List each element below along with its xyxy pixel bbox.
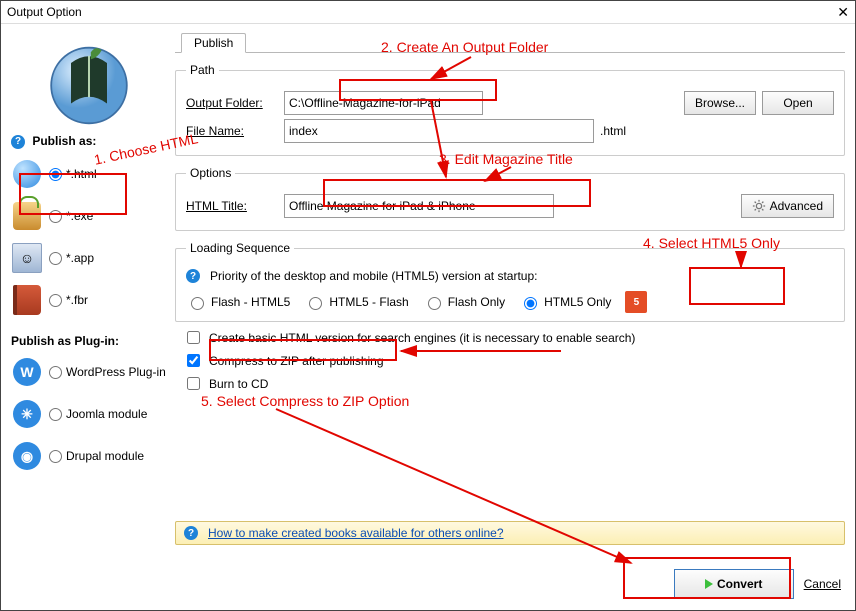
format-row-fbr[interactable]: *.fbr	[11, 280, 167, 320]
help-link-bar: ? How to make created books available fo…	[175, 521, 845, 545]
seq-radio-1[interactable]	[309, 297, 322, 310]
format-label-fbr: *.fbr	[66, 293, 88, 307]
label-burn-cd: Burn to CD	[209, 377, 268, 391]
priority-text: Priority of the desktop and mobile (HTML…	[210, 269, 537, 283]
file-name-input[interactable]	[284, 119, 594, 143]
path-group: Path Output Folder: Browse... Open File …	[175, 63, 845, 156]
format-radio-fbr[interactable]	[49, 294, 62, 307]
seq-radio-0[interactable]	[191, 297, 204, 310]
help-icon[interactable]: ?	[184, 526, 198, 540]
check-burn-cd[interactable]: Burn to CD	[183, 374, 845, 393]
help-link[interactable]: How to make created books available for …	[208, 526, 504, 540]
format-row-html[interactable]: *.html	[11, 154, 167, 194]
label-zip: Compress to ZIP after publishing	[209, 354, 384, 368]
plugin-label-drupal: Drupal module	[66, 449, 144, 463]
advanced-label: Advanced	[770, 199, 823, 213]
plugin-label-wordpress: WordPress Plug-in	[66, 365, 166, 379]
mac-face-icon: ☺	[12, 243, 42, 273]
close-icon[interactable]: ✕	[837, 4, 849, 21]
tab-publish[interactable]: Publish	[181, 33, 246, 53]
main-panel: Publish Path Output Folder: Browse... Op…	[171, 24, 855, 611]
checkbox-burn-cd[interactable]	[187, 377, 200, 390]
play-icon	[705, 579, 713, 589]
convert-label: Convert	[717, 577, 762, 591]
plugin-radio-drupal[interactable]	[49, 450, 62, 463]
check-basic-html[interactable]: Create basic HTML version for search eng…	[183, 328, 845, 347]
seq-radio-3[interactable]	[524, 297, 537, 310]
format-row-exe[interactable]: *.exe	[11, 196, 167, 236]
label-basic-html: Create basic HTML version for search eng…	[209, 331, 635, 345]
plugin-label-joomla: Joomla module	[66, 407, 147, 421]
browse-button[interactable]: Browse...	[684, 91, 756, 115]
seq-option-flash-html5[interactable]: Flash - HTML5	[186, 294, 290, 310]
drupal-icon: ◉	[13, 442, 41, 470]
html5-badge-icon: 5	[625, 291, 647, 313]
output-folder-input[interactable]	[284, 91, 483, 115]
globe-icon	[13, 160, 41, 188]
output-option-window: Output Option ✕ ? Publish as:	[0, 0, 856, 611]
plugin-radio-joomla[interactable]	[49, 408, 62, 421]
app-logo-icon	[44, 36, 134, 126]
plugin-row-drupal[interactable]: ◉ Drupal module	[11, 436, 167, 476]
format-label-app: *.app	[66, 251, 94, 265]
tab-strip: Publish	[175, 30, 845, 53]
advanced-button[interactable]: Advanced	[741, 194, 834, 218]
wordpress-icon: W	[13, 358, 41, 386]
seq-option-html5-only[interactable]: HTML5 Only	[519, 294, 611, 310]
file-ext-label: .html	[600, 124, 626, 138]
gear-icon	[752, 199, 766, 213]
help-icon[interactable]: ?	[11, 135, 25, 149]
plugin-row-joomla[interactable]: ✳ Joomla module	[11, 394, 167, 434]
loading-sequence-group: Loading Sequence ? Priority of the deskt…	[175, 241, 845, 322]
seq-radio-2[interactable]	[428, 297, 441, 310]
output-folder-label: Output Folder:	[186, 96, 278, 110]
format-label-exe: *.exe	[66, 209, 93, 223]
convert-button[interactable]: Convert	[674, 569, 794, 599]
check-zip[interactable]: Compress to ZIP after publishing	[183, 351, 845, 370]
cancel-link[interactable]: Cancel	[804, 577, 841, 591]
seq-option-html5-flash[interactable]: HTML5 - Flash	[304, 294, 408, 310]
format-row-app[interactable]: ☺ *.app	[11, 238, 167, 278]
plugin-row-wordpress[interactable]: W WordPress Plug-in	[11, 352, 167, 392]
book-icon	[13, 285, 41, 315]
options-group: Options HTML Title: Advanced	[175, 166, 845, 231]
checkbox-zip[interactable]	[187, 354, 200, 367]
html-title-label: HTML Title:	[186, 199, 278, 213]
path-legend: Path	[186, 63, 219, 77]
file-name-label: File Name:	[186, 124, 278, 138]
loading-legend: Loading Sequence	[186, 241, 294, 255]
open-button[interactable]: Open	[762, 91, 834, 115]
format-radio-app[interactable]	[49, 252, 62, 265]
format-label-html: *.html	[66, 167, 97, 181]
help-icon[interactable]: ?	[186, 269, 200, 283]
sidebar: ? Publish as: *.html *.exe ☺ *.app	[1, 24, 171, 611]
format-radio-html[interactable]	[49, 168, 62, 181]
seq-option-flash-only[interactable]: Flash Only	[423, 294, 505, 310]
package-icon	[13, 202, 41, 230]
plugin-radio-wordpress[interactable]	[49, 366, 62, 379]
options-legend: Options	[186, 166, 235, 180]
format-radio-exe[interactable]	[49, 210, 62, 223]
publish-as-label: Publish as:	[32, 134, 96, 148]
joomla-icon: ✳	[13, 400, 41, 428]
title-bar: Output Option ✕	[1, 1, 855, 24]
html-title-input[interactable]	[284, 194, 554, 218]
plugin-header: Publish as Plug-in:	[11, 334, 167, 348]
window-title: Output Option	[7, 5, 82, 19]
checkbox-basic-html[interactable]	[187, 331, 200, 344]
